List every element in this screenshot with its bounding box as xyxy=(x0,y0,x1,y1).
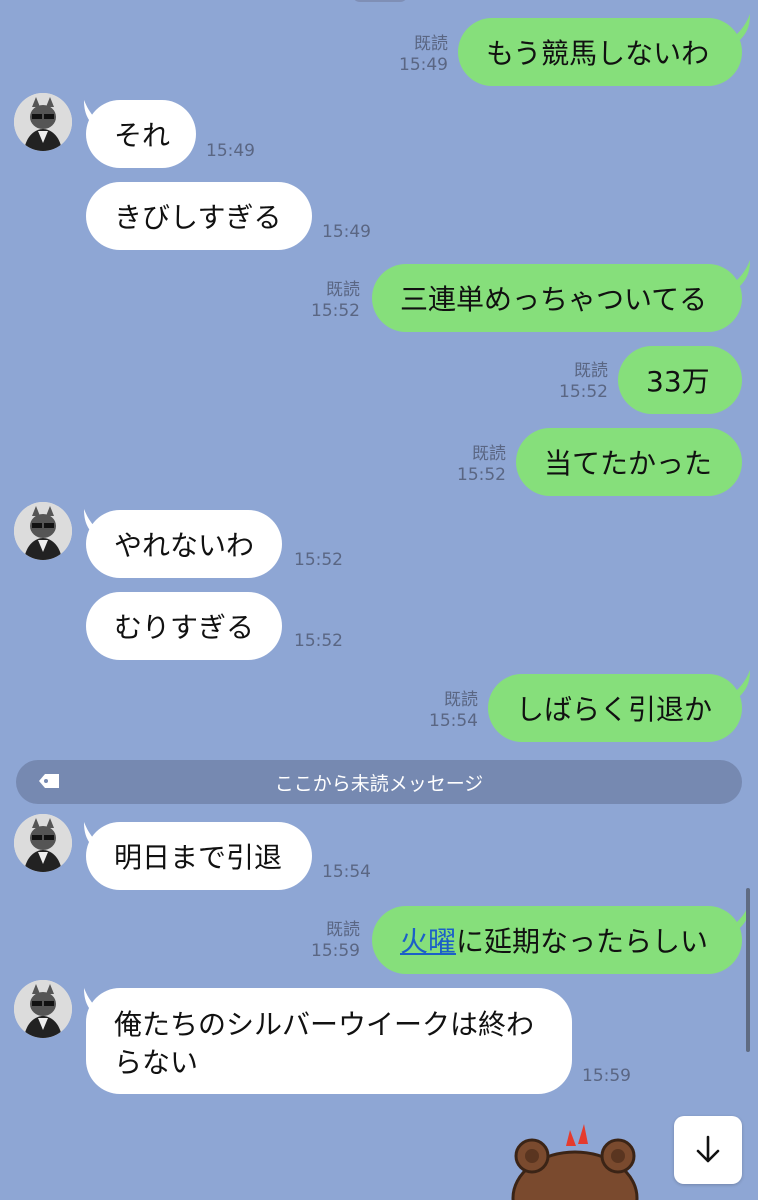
timestamp: 15:49 xyxy=(399,55,448,75)
avatar[interactable] xyxy=(14,980,72,1038)
message-link[interactable]: 火曜 xyxy=(400,920,456,960)
message-meta: 既読 15:52 xyxy=(300,280,360,322)
timestamp: 15:54 xyxy=(429,711,478,731)
message-bubble-sent[interactable]: 三連単めっちゃついてる xyxy=(372,264,742,332)
message-bubble-sent[interactable]: しばらく引退か xyxy=(488,674,742,742)
timestamp: 15:52 xyxy=(311,301,360,321)
message-meta: 15:54 xyxy=(322,862,371,883)
avatar-cat-icon xyxy=(14,502,72,560)
timestamp: 15:49 xyxy=(322,222,371,242)
bubble-tail-icon xyxy=(728,670,750,696)
avatar[interactable] xyxy=(14,93,72,151)
read-receipt: 既読 xyxy=(472,444,506,464)
message-meta: 既読 15:52 xyxy=(548,361,608,403)
avatar[interactable] xyxy=(14,814,72,872)
message-text: きびしすぎる xyxy=(114,201,282,234)
message-meta: 既読 15:52 xyxy=(446,444,506,486)
message-text: 明日まで引退 xyxy=(114,841,283,874)
bear-sticker-icon xyxy=(511,1124,639,1200)
message-text: やれないわ xyxy=(114,529,255,562)
message-text: 33万 xyxy=(646,365,710,398)
message-meta: 既読 15:49 xyxy=(390,34,448,76)
message-meta: 15:49 xyxy=(322,222,371,243)
message-text: に延期なったらしい xyxy=(456,925,709,958)
message-bubble-received[interactable]: やれないわ xyxy=(86,510,282,578)
message-meta: 15:49 xyxy=(206,141,255,162)
timestamp: 15:52 xyxy=(559,382,608,402)
read-receipt: 既読 xyxy=(326,280,360,300)
message-text: それ xyxy=(114,119,171,152)
message-bubble-received[interactable]: 明日まで引退 xyxy=(86,822,312,890)
bubble-tail-icon xyxy=(728,260,750,286)
timestamp: 15:52 xyxy=(294,631,343,651)
message-bubble-received[interactable]: それ xyxy=(86,100,196,168)
message-meta: 15:59 xyxy=(582,1066,631,1087)
read-receipt: 既読 xyxy=(574,361,608,381)
arrow-down-icon xyxy=(696,1135,720,1163)
message-text: むりすぎる xyxy=(114,611,255,644)
tag-icon xyxy=(39,774,59,788)
unread-divider-label: ここから未読メッセージ xyxy=(274,772,484,795)
message-text: 俺たちのシルバーウイークは終わらない xyxy=(114,1008,535,1079)
avatar-cat-icon xyxy=(14,814,72,872)
scroll-to-bottom-button[interactable] xyxy=(674,1116,742,1184)
message-bubble-sent[interactable]: もう競馬しないわ xyxy=(458,18,742,86)
timestamp: 15:59 xyxy=(582,1066,631,1086)
avatar-cat-icon xyxy=(14,93,72,151)
message-bubble-sent[interactable]: 火曜 に延期なったらしい xyxy=(372,906,742,974)
timestamp: 15:52 xyxy=(294,550,343,570)
message-text: しばらく引退か xyxy=(516,693,713,726)
message-text: もう競馬しないわ xyxy=(486,37,710,70)
read-receipt: 既読 xyxy=(326,920,360,940)
message-meta: 15:52 xyxy=(294,631,343,652)
read-receipt: 既読 xyxy=(444,690,478,710)
unread-divider: ここから未読メッセージ xyxy=(16,760,742,804)
message-meta: 既読 15:54 xyxy=(418,690,478,732)
timestamp: 15:52 xyxy=(457,465,506,485)
read-receipt: 既読 xyxy=(414,34,448,54)
message-text: 当てたかった xyxy=(544,447,713,480)
message-bubble-received[interactable]: きびしすぎる xyxy=(86,182,312,250)
timestamp: 15:59 xyxy=(311,941,360,961)
top-drag-handle xyxy=(352,0,408,2)
message-text: 三連単めっちゃついてる xyxy=(400,283,708,316)
avatar-cat-icon xyxy=(14,980,72,1038)
message-bubble-sent[interactable]: 当てたかった xyxy=(516,428,742,496)
timestamp: 15:49 xyxy=(206,141,255,161)
scrollbar[interactable] xyxy=(746,888,750,1052)
timestamp: 15:54 xyxy=(322,862,371,882)
message-meta: 既読 15:59 xyxy=(300,920,360,962)
avatar[interactable] xyxy=(14,502,72,560)
message-bubble-received[interactable]: 俺たちのシルバーウイークは終わらない xyxy=(86,988,572,1094)
bubble-tail-icon xyxy=(728,902,750,928)
bubble-tail-icon xyxy=(728,14,750,40)
message-meta: 15:52 xyxy=(294,550,343,571)
message-bubble-sent[interactable]: 33万 xyxy=(618,346,742,414)
message-bubble-received[interactable]: むりすぎる xyxy=(86,592,282,660)
